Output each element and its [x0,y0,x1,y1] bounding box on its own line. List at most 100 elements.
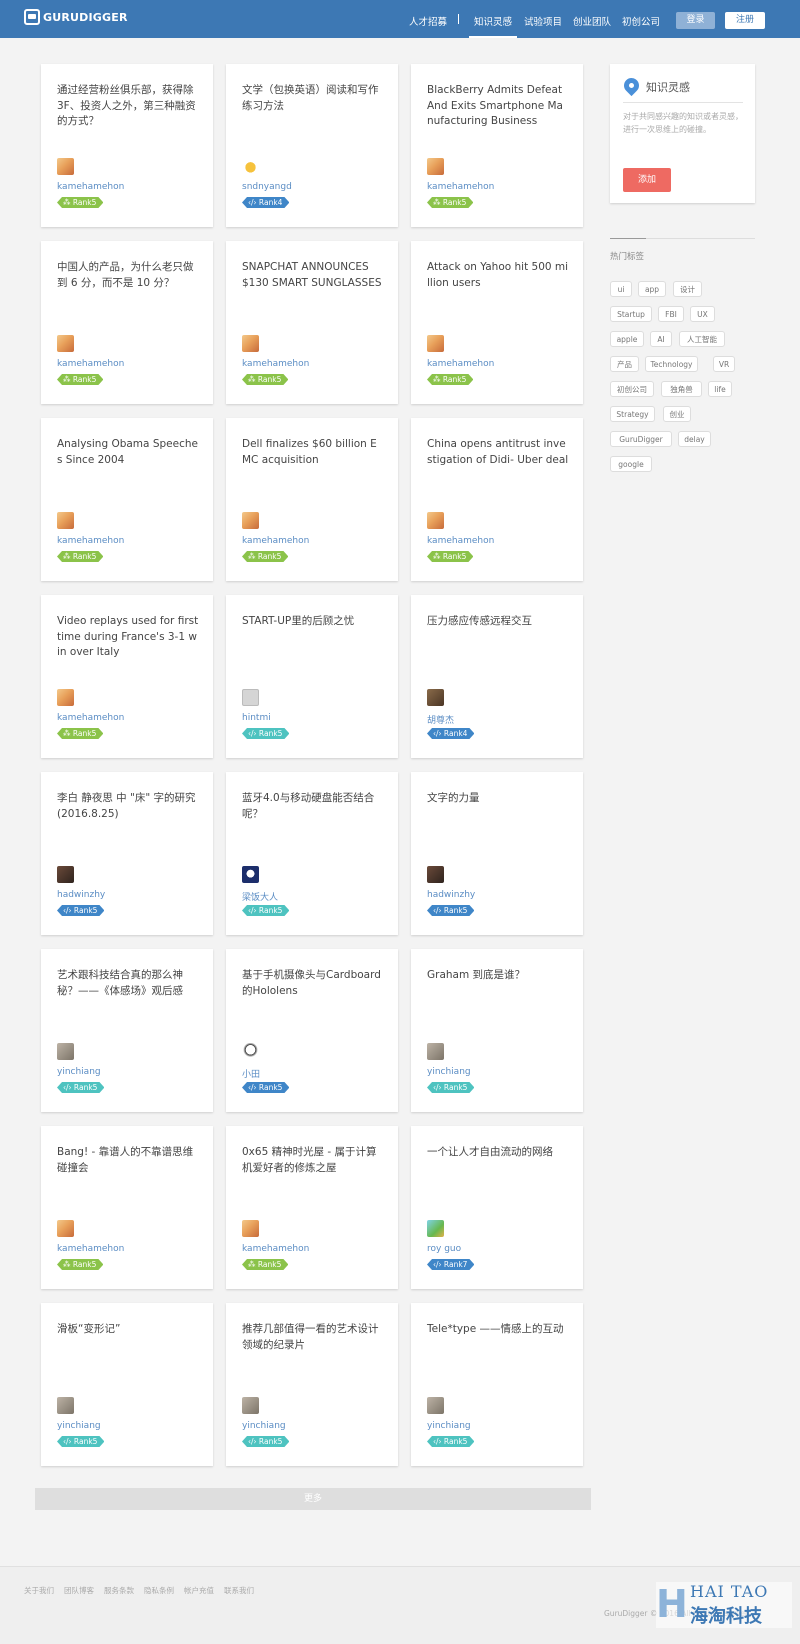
card-title[interactable]: 艺术跟科技结合真的那么神秘？——《体感场》观后感 [57,968,199,999]
nav-startup-companies[interactable]: 初创公司 [622,14,660,28]
idea-card[interactable]: 中国人的产品，为什么老只做到 6 分，而不是 10 分？ kamehamehon ⁂… [41,241,213,404]
tag-chip[interactable]: 设计 [673,281,702,297]
tag-chip[interactable]: UX [690,306,715,322]
author-name[interactable]: kamehamehon [57,1244,124,1254]
author-name[interactable]: kamehamehon [427,359,494,369]
login-button[interactable]: 登录 [676,12,715,29]
nav-startup-teams[interactable]: 创业团队 [573,14,611,28]
tag-chip[interactable]: 人工智能 [679,331,725,347]
card-title[interactable]: 文学（包换英语）阅读和写作练习方法 [242,83,384,114]
idea-card[interactable]: Video replays used for first time during… [41,595,213,758]
tag-chip[interactable]: Strategy [610,406,655,422]
card-title[interactable]: 文字的力量 [427,791,569,807]
idea-card[interactable]: 基于手机摄像头与Cardboard的Hololens 小田 ‹/› Rank5 [226,949,398,1112]
avatar[interactable] [57,512,74,529]
idea-card[interactable]: 艺术跟科技结合真的那么神秘？——《体感场》观后感 yinchiang ‹/› Ran… [41,949,213,1112]
idea-card[interactable]: Graham 到底是谁？ yinchiang ‹/› Rank5 [411,949,583,1112]
card-title[interactable]: Video replays used for first time during… [57,614,199,661]
idea-card[interactable]: BlackBerry Admits Defeat And Exits Smart… [411,64,583,227]
tag-chip[interactable]: AI [650,331,672,347]
tag-chip[interactable]: apple [610,331,644,347]
card-title[interactable]: China opens antitrust investigation of D… [427,437,569,468]
author-name[interactable]: kamehamehon [242,536,309,546]
author-name[interactable]: sndnyangd [242,182,292,192]
author-name[interactable]: hintmi [242,713,271,723]
idea-card[interactable]: 李白 静夜思 中 "床" 字的研究 (2016.8.25) hadwinzhy ‹/… [41,772,213,935]
avatar[interactable] [427,335,444,352]
nav-pilot-projects[interactable]: 试验项目 [524,14,562,28]
footer-link-privacy[interactable]: 隐私条例 [144,1585,174,1596]
card-title[interactable]: 基于手机摄像头与Cardboard的Hololens [242,968,384,999]
avatar[interactable] [57,866,74,883]
idea-card[interactable]: 0x65 精神时光屋 - 属于计算机爱好者的修炼之屋 kamehamehon ⁂ R… [226,1126,398,1289]
avatar[interactable] [427,866,444,883]
tag-chip[interactable]: 创业 [663,406,691,422]
card-title[interactable]: Dell finalizes $60 billion EMC acquisiti… [242,437,384,468]
avatar[interactable] [57,689,74,706]
register-button[interactable]: 注册 [725,12,765,29]
idea-card[interactable]: 压力感应传感远程交互 胡尊杰 ‹/› Rank4 [411,595,583,758]
author-name[interactable]: kamehamehon [57,182,124,192]
author-name[interactable]: 小田 [242,1067,260,1080]
author-name[interactable]: yinchiang [57,1421,101,1431]
idea-card[interactable]: Attack on Yahoo hit 500 million users kam… [411,241,583,404]
author-name[interactable]: kamehamehon [427,182,494,192]
footer-link-blog[interactable]: 团队博客 [64,1585,94,1596]
footer-link-recharge[interactable]: 帐户充值 [184,1585,214,1596]
idea-card[interactable]: SNAPCHAT ANNOUNCES $130 SMART SUNGLASSES… [226,241,398,404]
card-title[interactable]: BlackBerry Admits Defeat And Exits Smart… [427,83,569,130]
tag-chip[interactable]: VR [713,356,735,372]
avatar[interactable] [242,512,259,529]
author-name[interactable]: roy guo [427,1244,461,1254]
card-title[interactable]: Tele*type ——情感上的互动 [427,1322,569,1338]
card-title[interactable]: 0x65 精神时光屋 - 属于计算机爱好者的修炼之屋 [242,1145,384,1176]
idea-card[interactable]: 通过经营粉丝俱乐部，获得除3F、投资人之外，第三种融资的方式？ kamehameh… [41,64,213,227]
tag-chip[interactable]: 独角兽 [661,381,702,397]
idea-card[interactable]: START-UP里的后顾之忧 hintmi ‹/› Rank5 [226,595,398,758]
avatar[interactable] [57,1397,74,1414]
tag-chip[interactable]: life [708,381,732,397]
author-name[interactable]: kamehamehon [242,1244,309,1254]
avatar[interactable] [427,158,444,175]
tag-chip[interactable]: app [638,281,666,297]
card-title[interactable]: 推荐几部值得一看的艺术设计领域的纪录片 [242,1322,384,1353]
card-title[interactable]: 李白 静夜思 中 "床" 字的研究 (2016.8.25) [57,791,199,822]
tag-chip[interactable]: 初创公司 [610,381,654,397]
card-title[interactable]: Attack on Yahoo hit 500 million users [427,260,569,291]
idea-card[interactable]: 蓝牙4.0与移动硬盘能否结合呢？ 梁饭大人 ‹/› Rank5 [226,772,398,935]
avatar[interactable] [242,335,259,352]
card-title[interactable]: 蓝牙4.0与移动硬盘能否结合呢？ [242,791,384,822]
avatar[interactable] [427,1397,444,1414]
idea-card[interactable]: 推荐几部值得一看的艺术设计领域的纪录片 yinchiang ‹/› Rank5 [226,1303,398,1466]
card-title[interactable]: 滑板“变形记” [57,1322,199,1338]
tag-chip[interactable]: ui [610,281,632,297]
avatar[interactable] [57,335,74,352]
avatar[interactable] [57,1220,74,1237]
idea-card[interactable]: 滑板“变形记” yinchiang ‹/› Rank5 [41,1303,213,1466]
author-name[interactable]: 胡尊杰 [427,713,454,726]
avatar[interactable] [242,689,259,706]
nav-knowledge-inspiration[interactable]: 知识灵感 [468,14,518,38]
nav-talent-recruit[interactable]: 人才招募 [409,14,447,28]
footer-link-contact[interactable]: 联系我们 [224,1585,254,1596]
idea-card[interactable]: 一个让人才自由流动的网络 roy guo ‹/› Rank7 [411,1126,583,1289]
tag-chip[interactable]: FBI [658,306,684,322]
avatar[interactable] [242,1043,259,1060]
avatar[interactable] [57,1043,74,1060]
avatar[interactable] [57,158,74,175]
author-name[interactable]: kamehamehon [242,359,309,369]
avatar[interactable] [427,1220,444,1237]
idea-card[interactable]: China opens antitrust investigation of D… [411,418,583,581]
card-title[interactable]: Bang! - 靠谱人的不靠谱思维碰撞会 [57,1145,199,1176]
author-name[interactable]: yinchiang [242,1421,286,1431]
avatar[interactable] [242,1397,259,1414]
card-title[interactable]: 压力感应传感远程交互 [427,614,569,630]
avatar[interactable] [427,512,444,529]
idea-card[interactable]: Analysing Obama Speeches Since 2004 kameh… [41,418,213,581]
load-more-button[interactable]: 更多 [35,1488,591,1510]
author-name[interactable]: kamehamehon [57,713,124,723]
card-title[interactable]: Graham 到底是谁？ [427,968,569,984]
tag-chip[interactable]: Technology [645,356,698,372]
author-name[interactable]: kamehamehon [427,536,494,546]
avatar[interactable] [427,689,444,706]
